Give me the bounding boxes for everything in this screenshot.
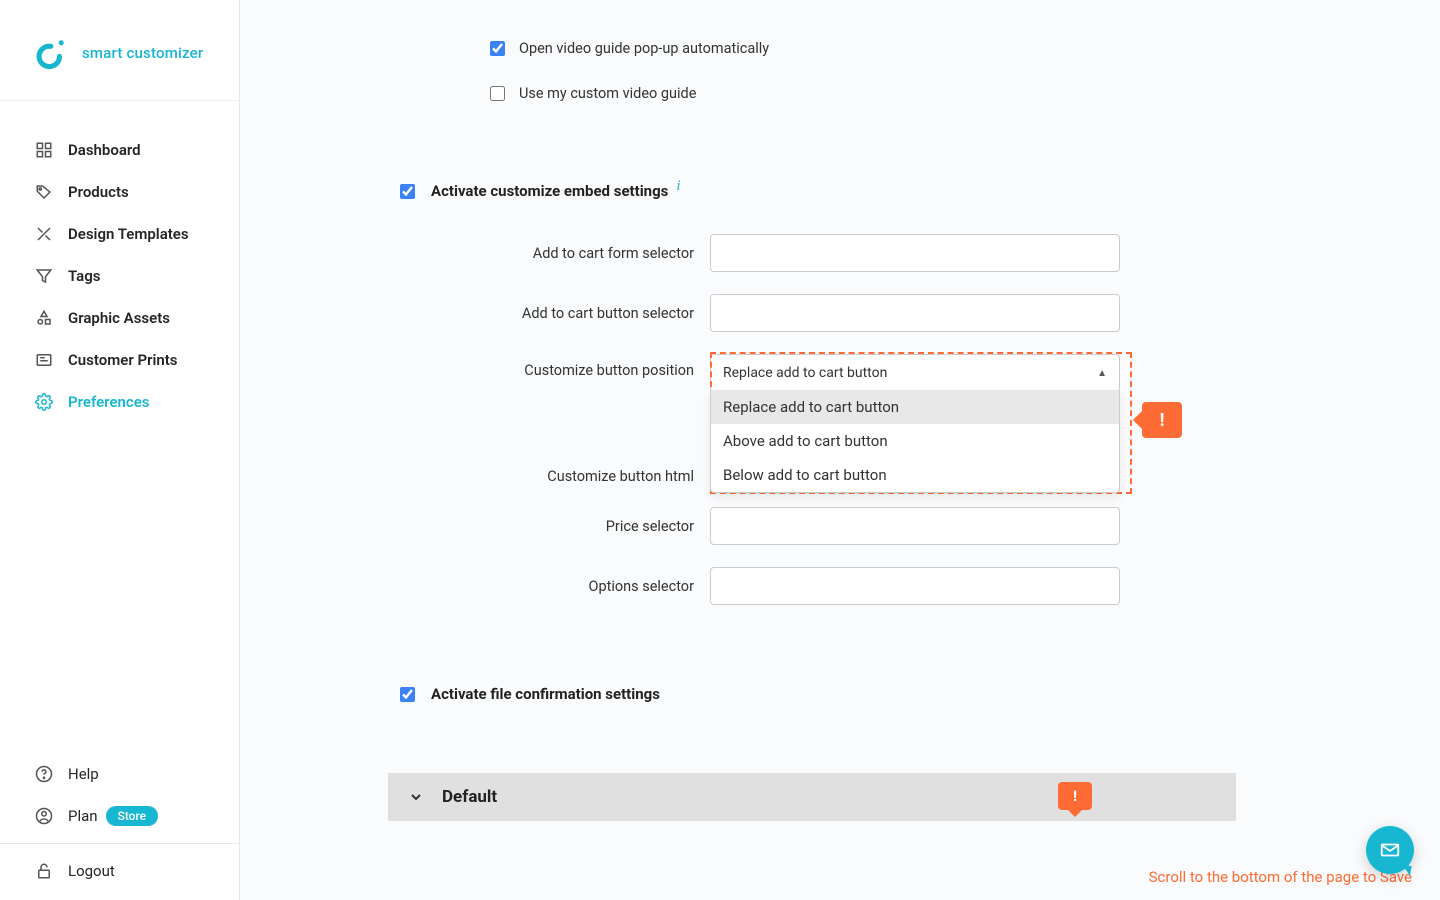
button-position-dropdown: Replace add to cart button Above add to … [710, 390, 1120, 493]
nav-label: Help [68, 765, 99, 783]
gear-icon [34, 392, 54, 412]
custom-video-guide-checkbox[interactable] [490, 86, 505, 101]
sidebar-item-graphic-assets[interactable]: Graphic Assets [0, 297, 239, 339]
options-selector-row: Options selector [400, 567, 1380, 605]
help-icon [34, 764, 54, 784]
nav-label: Customer Prints [68, 351, 178, 369]
bottom-nav: Help Plan Store Logout [0, 753, 239, 900]
sidebar-item-plan[interactable]: Plan Store [0, 795, 239, 837]
dropdown-option[interactable]: Replace add to cart button [711, 390, 1119, 424]
button-html-label: Customize button html [400, 468, 710, 485]
nav-label: Dashboard [68, 141, 141, 159]
sidebar-item-tags[interactable]: Tags [0, 255, 239, 297]
brand-logo-icon [34, 36, 68, 70]
sidebar-item-preferences[interactable]: Preferences [0, 381, 239, 423]
embed-section-title: Activate customize embed settings [431, 182, 668, 200]
dashboard-icon [34, 140, 54, 160]
dropdown-option[interactable]: Above add to cart button [711, 424, 1119, 458]
price-selector-label: Price selector [400, 518, 710, 535]
open-video-guide-checkbox[interactable] [490, 41, 505, 56]
activate-file-confirm-checkbox[interactable] [400, 687, 415, 702]
nav-label: Plan [68, 807, 98, 825]
file-confirm-section-header: Activate file confirmation settings [400, 685, 1380, 703]
button-position-label: Customize button position [400, 362, 710, 379]
prints-icon [34, 350, 54, 370]
button-selector-label: Add to cart button selector [400, 305, 710, 322]
button-position-select[interactable]: Replace add to cart button ▲ [710, 354, 1120, 392]
divider [0, 843, 239, 844]
button-selector-row: Add to cart button selector [400, 294, 1380, 332]
nav-label: Graphic Assets [68, 309, 170, 327]
chat-support-button[interactable] [1366, 826, 1414, 874]
select-value: Replace add to cart button [723, 365, 887, 381]
options-selector-input[interactable] [710, 567, 1120, 605]
default-panel-label: Default [442, 787, 497, 807]
sidebar-item-logout[interactable]: Logout [0, 850, 239, 892]
custom-video-guide-row: Use my custom video guide [400, 85, 1380, 102]
save-banner: ! Scroll to the bottom of the page to Sa… [240, 854, 1440, 900]
dropdown-option[interactable]: Below add to cart button [711, 458, 1119, 492]
warning-badge-icon: ! [1058, 782, 1092, 810]
nav-list: Dashboard Products Design Templates Tags… [0, 101, 239, 753]
price-selector-input[interactable] [710, 507, 1120, 545]
nav-label: Logout [68, 862, 115, 880]
open-video-guide-row: Open video guide pop-up automatically [400, 40, 1380, 57]
sidebar-item-design-templates[interactable]: Design Templates [0, 213, 239, 255]
button-position-select-wrap: Replace add to cart button ▲ Replace add… [710, 354, 1120, 392]
button-selector-input[interactable] [710, 294, 1120, 332]
open-video-guide-label: Open video guide pop-up automatically [519, 40, 769, 57]
funnel-icon [34, 266, 54, 286]
embed-section-header: Activate customize embed settings i [400, 182, 1380, 200]
info-icon[interactable]: i [676, 178, 680, 195]
form-selector-label: Add to cart form selector [400, 245, 710, 262]
brand-text: smart customizer [82, 44, 203, 62]
sidebar-item-dashboard[interactable]: Dashboard [0, 129, 239, 171]
activate-embed-checkbox[interactable] [400, 184, 415, 199]
nav-label: Preferences [68, 393, 150, 411]
dropdown-arrow-icon: ▲ [1097, 368, 1107, 379]
mail-icon [1379, 839, 1401, 861]
custom-video-guide-label: Use my custom video guide [519, 85, 696, 102]
nav-label: Products [68, 183, 129, 201]
form-selector-input[interactable] [710, 234, 1120, 272]
save-banner-text: Scroll to the bottom of the page to Save [1149, 868, 1412, 886]
file-confirm-title: Activate file confirmation settings [431, 685, 660, 703]
plan-badge: Store [106, 806, 159, 826]
tag-icon [34, 182, 54, 202]
brand-row: smart customizer [0, 0, 239, 101]
sidebar-item-products[interactable]: Products [0, 171, 239, 213]
nav-label: Design Templates [68, 225, 189, 243]
price-selector-row: Price selector [400, 507, 1380, 545]
sidebar-item-help[interactable]: Help [0, 753, 239, 795]
sidebar: smart customizer Dashboard Products Desi… [0, 0, 240, 900]
options-selector-label: Options selector [400, 578, 710, 595]
sidebar-item-customer-prints[interactable]: Customer Prints [0, 339, 239, 381]
default-accordion-panel[interactable]: Default [388, 773, 1236, 821]
annotation-callout-icon: ! [1142, 402, 1182, 438]
chevron-down-icon [408, 789, 424, 805]
form-selector-row: Add to cart form selector [400, 234, 1380, 272]
shapes-icon [34, 308, 54, 328]
main-content: Open video guide pop-up automatically Us… [240, 0, 1440, 900]
user-circle-icon [34, 806, 54, 826]
nav-label: Tags [68, 267, 101, 285]
lock-open-icon [34, 861, 54, 881]
button-position-row: Customize button position Replace add to… [400, 354, 1380, 392]
design-icon [34, 224, 54, 244]
